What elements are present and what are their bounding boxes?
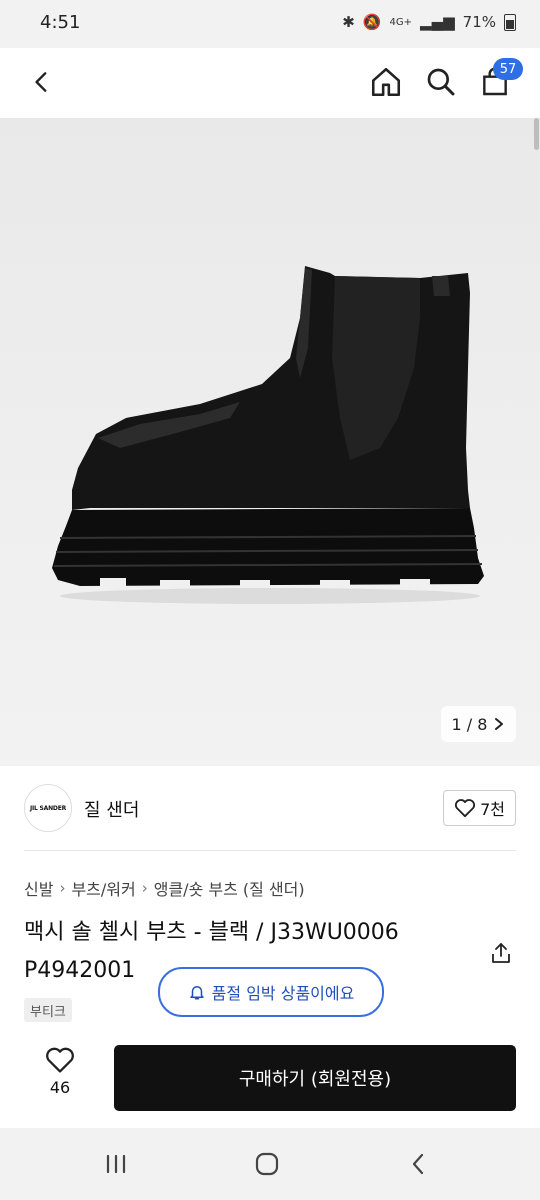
heart-icon bbox=[46, 1047, 74, 1073]
divider bbox=[24, 850, 516, 851]
status-bar: 4:51 ✱ 🔕 4G+ ▂▄▆ 71% bbox=[0, 0, 540, 48]
back-button[interactable] bbox=[20, 60, 64, 104]
share-icon bbox=[492, 943, 510, 963]
breadcrumb-separator-icon: › bbox=[59, 879, 66, 897]
system-nav-bar bbox=[0, 1128, 540, 1200]
breadcrumb-item[interactable]: 부츠/워커 bbox=[71, 876, 135, 900]
network-label: 4G+ bbox=[389, 16, 413, 28]
battery-label: 71% bbox=[462, 13, 496, 31]
breadcrumb: 신발 › 부츠/워커 › 앵클/숏 부츠 (질 샌더) bbox=[24, 876, 305, 900]
signal-icon: ▂▄▆ bbox=[420, 13, 455, 31]
low-stock-toast-text: 품절 임박 상품이에요 bbox=[211, 984, 355, 1003]
product-image bbox=[52, 266, 484, 604]
top-nav: 57 bbox=[0, 48, 540, 118]
recent-apps-icon bbox=[106, 1154, 126, 1174]
battery-icon bbox=[504, 13, 516, 31]
product-image-gallery[interactable]: 1 / 8 bbox=[0, 118, 540, 766]
brand-like-button[interactable]: 7천 bbox=[443, 790, 516, 826]
breadcrumb-separator-icon: › bbox=[141, 879, 148, 897]
status-time: 4:51 bbox=[40, 12, 81, 33]
mute-icon: 🔕 bbox=[362, 13, 382, 31]
bell-icon bbox=[189, 986, 204, 1000]
search-button[interactable] bbox=[419, 60, 463, 104]
image-counter-label: 1 / 8 bbox=[451, 714, 488, 734]
product-title-line: 맥시 솔 첼시 부츠 - 블랙 / J33WU0006 bbox=[24, 920, 399, 945]
brand-name[interactable]: 질 샌더 bbox=[84, 796, 139, 822]
chevron-left-icon bbox=[35, 72, 47, 92]
buy-button[interactable]: 구매하기 (회원전용) bbox=[114, 1045, 516, 1111]
bottom-purchase-bar: 46 구매하기 (회원전용) bbox=[0, 1030, 540, 1128]
chevron-right-icon bbox=[495, 718, 504, 730]
image-counter[interactable]: 1 / 8 bbox=[441, 706, 516, 742]
bluetooth-icon: ✱ bbox=[342, 13, 355, 31]
home-system-button[interactable] bbox=[247, 1148, 287, 1180]
system-back-button[interactable] bbox=[398, 1148, 438, 1180]
recent-apps-button[interactable] bbox=[96, 1148, 136, 1180]
cart-count-badge: 57 bbox=[493, 58, 523, 80]
search-icon bbox=[427, 68, 455, 96]
brand-like-count: 7천 bbox=[480, 800, 505, 819]
share-button[interactable] bbox=[486, 938, 516, 968]
cart-button[interactable]: 57 bbox=[473, 58, 523, 104]
home-icon bbox=[371, 67, 401, 97]
home-circle-icon bbox=[255, 1152, 279, 1176]
product-like-count: 46 bbox=[49, 1078, 71, 1097]
status-icons: ✱ 🔕 4G+ ▂▄▆ 71% bbox=[342, 13, 516, 31]
heart-icon bbox=[455, 799, 476, 818]
home-button[interactable] bbox=[364, 60, 408, 104]
low-stock-toast: 품절 임박 상품이에요 bbox=[158, 967, 384, 1017]
boutique-tag: 부티크 bbox=[24, 998, 72, 1022]
product-like-button[interactable]: 46 bbox=[30, 1046, 90, 1108]
back-arrow-icon bbox=[412, 1153, 424, 1175]
brand-logo[interactable]: JIL SANDER bbox=[24, 784, 72, 832]
breadcrumb-item[interactable]: 신발 bbox=[24, 876, 53, 900]
brand-row: JIL SANDER 질 샌더 7천 bbox=[0, 766, 540, 850]
breadcrumb-item[interactable]: 앵클/숏 부츠 (질 샌더) bbox=[154, 876, 305, 900]
